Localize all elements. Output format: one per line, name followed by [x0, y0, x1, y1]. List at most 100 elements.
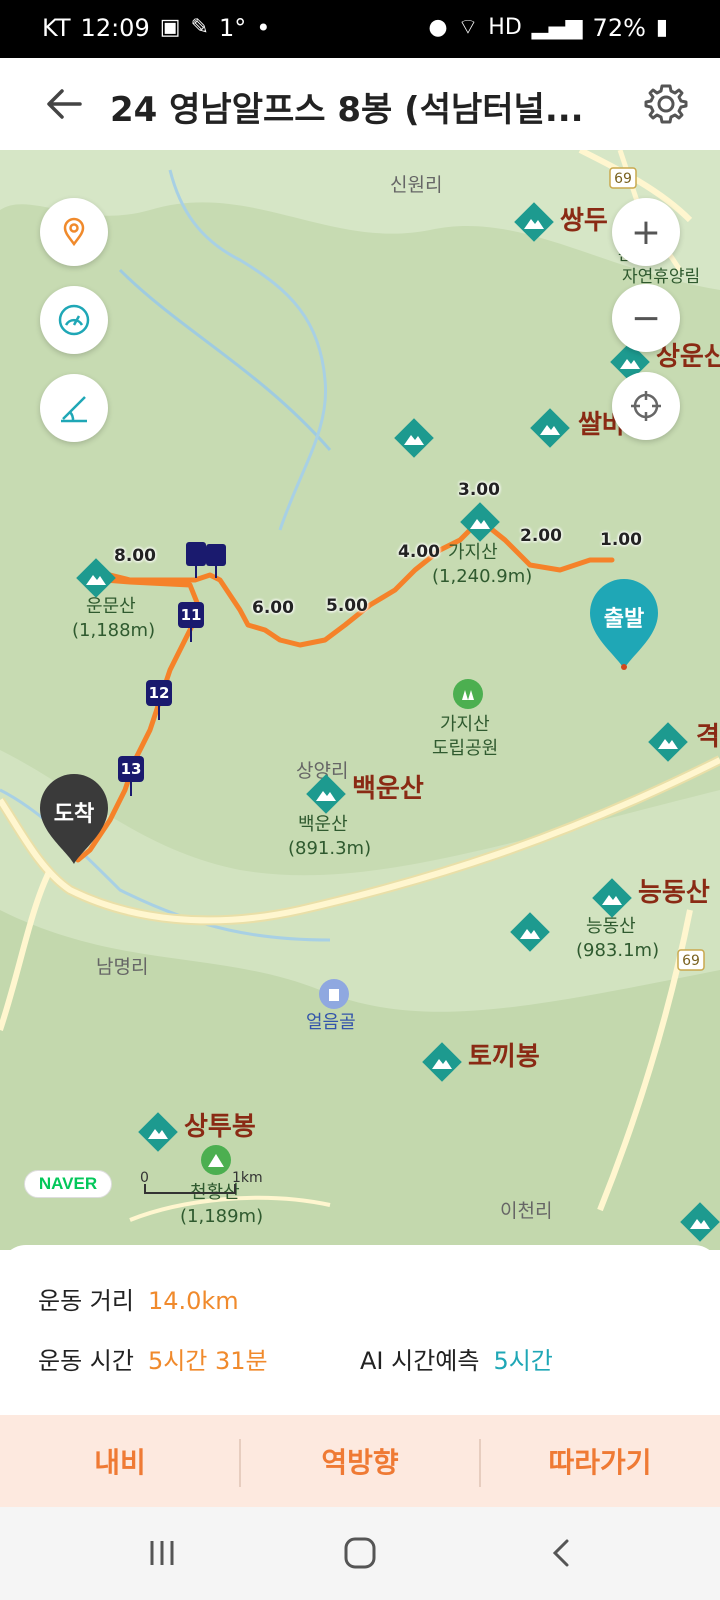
ai-time-value: 5시간: [493, 1347, 553, 1375]
place-ssangdu: 쌍두: [560, 206, 608, 236]
hd-voice-icon: HD: [488, 15, 522, 40]
time-value: 5시간 31분: [147, 1347, 268, 1375]
mountain-icon[interactable]: [422, 1042, 462, 1082]
distance-row: 운동 거리 14.0km: [38, 1281, 239, 1316]
time-label: 운동 시간: [38, 1347, 134, 1375]
distance-label: 운동 거리: [38, 1287, 134, 1315]
clock: 12:09: [80, 14, 150, 42]
home-icon: [344, 1537, 376, 1569]
flag-cluster-icon[interactable]: [184, 540, 232, 580]
mountain-icon[interactable]: [460, 502, 500, 542]
km-marker-2: 2.00: [520, 526, 562, 546]
km-marker-3: 3.00: [458, 480, 500, 500]
mountain-icon[interactable]: [510, 912, 550, 952]
km-marker-5: 5.00: [326, 596, 368, 616]
waypoint-13[interactable]: 13: [118, 756, 144, 796]
signal-icon: ▂▄▆: [531, 15, 583, 40]
place-gyeok: 격: [696, 722, 720, 752]
place-sangtubong: 상투봉: [184, 1112, 256, 1142]
place-neungdong-name: 능동산: [586, 916, 636, 937]
place-eoreumgol: 얼음골: [306, 1012, 356, 1033]
back-button[interactable]: [40, 80, 88, 128]
place-unmunsan-height: (1,188m): [72, 620, 156, 641]
slope-button[interactable]: [40, 374, 108, 442]
temperature-label: 1°: [218, 14, 247, 42]
landmark-icon[interactable]: [318, 978, 350, 1010]
reverse-button[interactable]: 역방향: [240, 1415, 480, 1507]
distance-value: 14.0km: [147, 1287, 239, 1315]
carrier-label: KT: [42, 14, 71, 42]
action-bar: 내비 역방향 따라가기: [0, 1415, 720, 1507]
km-marker-8: 8.00: [114, 546, 156, 566]
park-icon[interactable]: [452, 678, 484, 710]
gear-icon: [644, 84, 688, 124]
ai-time-label: AI 시간예측: [360, 1347, 480, 1375]
place-gajisan-height: (1,240.9m): [432, 566, 533, 587]
system-nav-bar: [0, 1507, 720, 1600]
location-pin-icon: [63, 217, 85, 247]
time-row: 운동 시간 5시간 31분: [38, 1341, 268, 1376]
navigation-button[interactable]: 내비: [0, 1415, 240, 1507]
place-baegunsan: 백운산: [352, 774, 424, 804]
place-cheonhwangsan-height: (1,189m): [180, 1206, 264, 1227]
waypoint-12[interactable]: 12: [146, 680, 172, 720]
waypoint-11[interactable]: 11: [178, 602, 204, 642]
follow-button[interactable]: 따라가기: [480, 1415, 720, 1507]
place-nammyeongri: 남명리: [96, 956, 149, 978]
start-pin[interactable]: 출발: [586, 575, 662, 671]
scale-bar: 0 1km: [140, 1170, 263, 1200]
mountain-icon[interactable]: [680, 1202, 720, 1242]
naver-logo: NAVER: [24, 1170, 112, 1198]
home-button[interactable]: [330, 1525, 390, 1581]
map-view[interactable]: 69 69 신원리 쌍두 운문산 자연휴양림 상운산 쌀바위 가지산 (1,24…: [0, 150, 720, 1250]
end-pin[interactable]: 도착: [36, 770, 112, 866]
mountain-icon[interactable]: [514, 202, 554, 242]
mountain-icon[interactable]: [138, 1112, 178, 1152]
summary-sheet: 운동 거리 14.0km 운동 시간 5시간 31분 AI 시간예측 5시간: [0, 1245, 720, 1415]
place-neungdongsan: 능동산: [638, 878, 710, 908]
ai-time-row: AI 시간예측 5시간: [360, 1341, 553, 1376]
back-nav-button[interactable]: [532, 1525, 592, 1581]
mountain-icon[interactable]: [306, 774, 346, 814]
zoom-in-button[interactable]: +: [612, 198, 680, 266]
battery-percent: 72%: [592, 14, 646, 42]
place-gajisan-name: 가지산: [448, 542, 498, 563]
battery-icon: ▮: [655, 15, 668, 40]
app-header: 24 영남알프스 8봉 (석남터널...: [0, 58, 720, 150]
status-right: ● ⌔ HD ▂▄▆ 72% ▮: [428, 14, 668, 42]
mountain-icon[interactable]: [648, 722, 688, 762]
place-sangun: 상운산: [656, 342, 720, 372]
recent-apps-icon: [150, 1541, 174, 1565]
km-marker-6: 6.00: [252, 598, 294, 618]
place-neungdong-height: (983.1m): [576, 940, 660, 961]
place-baegunsan-height: (891.3m): [288, 838, 372, 859]
recent-apps-button[interactable]: [132, 1525, 192, 1581]
scale-zero: 0: [140, 1170, 149, 1186]
mountain-icon[interactable]: [592, 878, 632, 918]
place-gajisan-park-2: 도립공원: [432, 738, 499, 759]
notification-dot: •: [256, 14, 271, 42]
settings-button[interactable]: [642, 80, 690, 128]
speed-button[interactable]: [40, 286, 108, 354]
zoom-out-button[interactable]: −: [612, 284, 680, 352]
place-tokkibong: 토끼봉: [468, 1042, 540, 1072]
status-bar: KT 12:09 ▣ ✎ 1° • ● ⌔ HD ▂▄▆ 72% ▮: [0, 0, 720, 58]
mountain-icon[interactable]: [394, 418, 434, 458]
place-unmunsan-name: 운문산: [86, 596, 136, 617]
wifi-icon: ⌔: [457, 15, 479, 40]
status-left: KT 12:09 ▣ ✎ 1° •: [42, 14, 270, 42]
arrow-left-icon: [47, 89, 82, 119]
mountain-icon[interactable]: [76, 558, 116, 598]
place-icheonri: 이천리: [500, 1200, 553, 1222]
crosshair-icon: [631, 391, 661, 421]
slope-icon: [61, 396, 87, 423]
mountain-icon[interactable]: [530, 408, 570, 448]
app-notification-icon: ✎: [190, 15, 209, 40]
location-status-icon: ●: [428, 15, 448, 40]
location-button[interactable]: [40, 198, 108, 266]
place-baegunsan-name: 백운산: [298, 814, 348, 835]
start-label: 출발: [603, 607, 645, 632]
gps-button[interactable]: [612, 372, 680, 440]
place-unmun-forest-2: 자연휴양림: [622, 267, 701, 287]
gauge-icon: [58, 304, 90, 336]
